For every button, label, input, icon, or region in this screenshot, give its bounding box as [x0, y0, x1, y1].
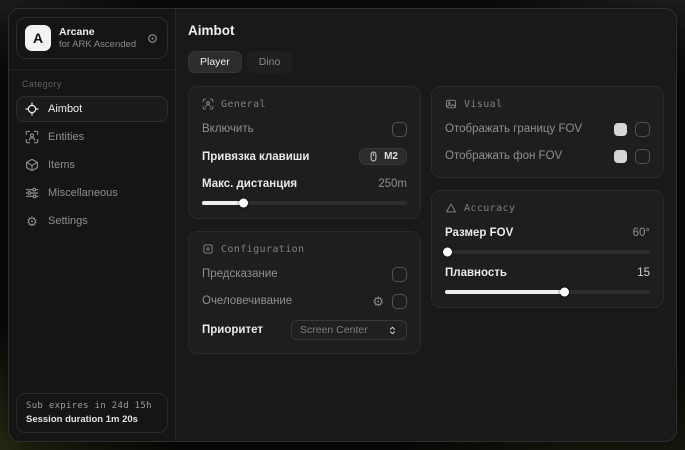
sidebar-item-label: Entities	[48, 131, 84, 143]
main-panel: Aimbot Player Dino General Включить	[176, 9, 676, 441]
tab-bar: Player Dino	[188, 51, 664, 73]
card-configuration: Configuration Предсказание Очеловечивани…	[188, 231, 421, 354]
fov-background-color-swatch[interactable]	[614, 150, 627, 163]
fov-size-label: Размер FOV	[445, 227, 513, 239]
image-icon	[445, 98, 457, 110]
enable-checkbox[interactable]	[392, 122, 407, 137]
sidebar-item-settings[interactable]: ⚙ Settings	[16, 208, 168, 234]
prediction-label: Предсказание	[202, 268, 278, 280]
prediction-checkbox[interactable]	[392, 267, 407, 282]
scan-person-icon	[202, 98, 214, 110]
fov-border-controls	[614, 122, 650, 137]
enable-row: Включить	[202, 121, 407, 137]
keybind-button[interactable]: M2	[359, 148, 407, 165]
fov-size-slider[interactable]	[445, 250, 650, 254]
priority-select[interactable]: Screen Center	[291, 320, 407, 340]
priority-row: Приоритет Screen Center	[202, 320, 407, 340]
sidebar-item-miscellaneous[interactable]: Miscellaneous	[16, 180, 168, 206]
sidebar-item-label: Aimbot	[48, 103, 82, 115]
smoothness-value: 15	[637, 267, 650, 279]
slider-thumb[interactable]	[239, 199, 248, 208]
sidebar: A Arcane for ARK Ascended Category Aimbo…	[9, 9, 176, 441]
sidebar-item-items[interactable]: Items	[16, 152, 168, 178]
tab-player[interactable]: Player	[188, 51, 242, 73]
app-subtitle: for ARK Ascended	[59, 39, 138, 50]
distance-label: Макс. дистанция	[202, 178, 297, 190]
keybind-row: Привязка клавиши M2	[202, 148, 407, 165]
distance-slider[interactable]	[202, 201, 407, 205]
distance-row: Макс. дистанция 250m	[202, 176, 407, 192]
card-general: General Включить Привязка клавиши M2	[188, 86, 421, 219]
target-icon[interactable]	[146, 32, 159, 45]
triangle-icon	[445, 202, 457, 214]
card-title: General	[221, 99, 266, 110]
card-accuracy: Accuracy Размер FOV 60° Плавность 15	[431, 190, 664, 308]
person-scan-icon	[25, 130, 39, 144]
box-icon	[25, 158, 39, 172]
priority-value: Screen Center	[300, 324, 368, 336]
sub-expires-text: Sub expires in 24d 15h	[26, 401, 158, 411]
card-visual: Visual Отображать границу FOV Отображать…	[431, 86, 664, 178]
sidebar-item-aimbot[interactable]: Aimbot	[16, 96, 168, 122]
fov-border-color-swatch[interactable]	[614, 123, 627, 136]
smoothness-label: Плавность	[445, 267, 507, 279]
logo-card: A Arcane for ARK Ascended	[16, 17, 168, 59]
humanize-checkbox[interactable]	[392, 294, 407, 309]
card-general-header: General	[202, 98, 407, 110]
slider-thumb[interactable]	[443, 248, 452, 257]
fov-border-checkbox[interactable]	[635, 122, 650, 137]
sidebar-item-label: Settings	[48, 215, 88, 227]
module-icon	[202, 243, 214, 255]
divider	[9, 69, 175, 70]
prediction-row: Предсказание	[202, 266, 407, 282]
smoothness-row: Плавность 15	[445, 265, 650, 281]
fov-background-checkbox[interactable]	[635, 149, 650, 164]
card-title: Accuracy	[464, 203, 515, 214]
subscription-card: Sub expires in 24d 15h Session duration …	[16, 393, 168, 433]
card-accuracy-header: Accuracy	[445, 202, 650, 214]
keybind-label: Привязка клавиши	[202, 151, 309, 163]
sliders-icon	[25, 186, 39, 200]
card-visual-header: Visual	[445, 98, 650, 110]
chevrons-up-down-icon	[387, 325, 398, 336]
fov-border-row: Отображать границу FOV	[445, 121, 650, 137]
card-title: Visual	[464, 99, 503, 110]
priority-label: Приоритет	[202, 324, 263, 336]
sidebar-item-label: Items	[48, 159, 75, 171]
gear-icon[interactable]: ⚙	[372, 295, 384, 308]
humanize-label: Очеловечивание	[202, 295, 292, 307]
sidebar-item-entities[interactable]: Entities	[16, 124, 168, 150]
fov-border-label: Отображать границу FOV	[445, 123, 582, 135]
app-title: Arcane	[59, 26, 138, 38]
humanize-controls: ⚙	[372, 294, 407, 309]
humanize-row: Очеловечивание ⚙	[202, 293, 407, 309]
page-title: Aimbot	[188, 23, 664, 38]
right-column: Visual Отображать границу FOV Отображать…	[431, 86, 664, 308]
distance-value: 250m	[378, 178, 407, 190]
fov-background-row: Отображать фон FOV	[445, 148, 650, 164]
enable-label: Включить	[202, 123, 254, 135]
keybind-value: M2	[384, 151, 398, 162]
session-duration-text: Session duration 1m 20s	[26, 414, 158, 425]
gear-icon: ⚙	[25, 215, 39, 228]
cheat-window: A Arcane for ARK Ascended Category Aimbo…	[8, 8, 677, 442]
fov-background-controls	[614, 149, 650, 164]
fov-background-label: Отображать фон FOV	[445, 150, 562, 162]
tab-dino[interactable]: Dino	[247, 51, 293, 73]
mouse-icon	[368, 151, 379, 162]
sidebar-nav: Aimbot Entities Items Miscellaneous	[16, 96, 168, 236]
card-title: Configuration	[221, 244, 304, 255]
left-column: General Включить Привязка клавиши M2	[188, 86, 421, 354]
cards-grid: General Включить Привязка клавиши M2	[188, 86, 664, 354]
slider-thumb[interactable]	[560, 288, 569, 297]
category-label: Category	[22, 79, 162, 89]
fov-size-value: 60°	[633, 227, 650, 239]
fov-size-row: Размер FOV 60°	[445, 225, 650, 241]
sidebar-item-label: Miscellaneous	[48, 187, 118, 199]
crosshair-icon	[25, 102, 39, 116]
smoothness-slider[interactable]	[445, 290, 650, 294]
app-logo: A	[25, 25, 51, 51]
logo-text: Arcane for ARK Ascended	[59, 26, 138, 50]
card-configuration-header: Configuration	[202, 243, 407, 255]
